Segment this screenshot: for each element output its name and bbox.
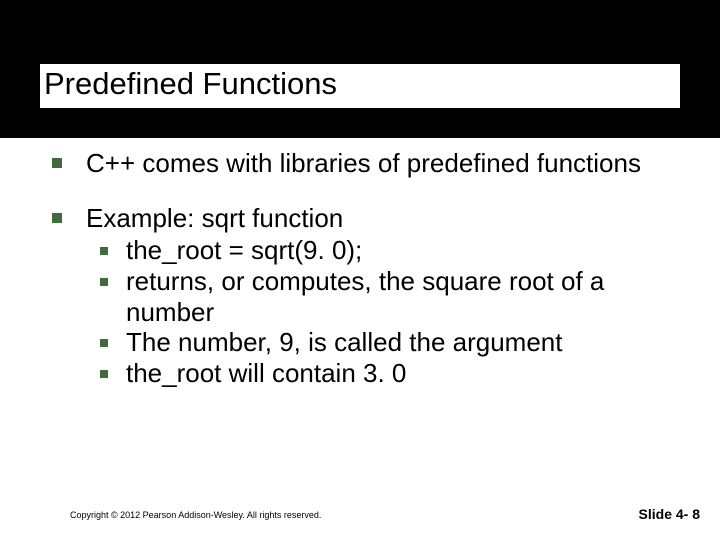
copyright-text: Copyright © 2012 Pearson Addison-Wesley.… — [70, 510, 321, 520]
sub-bullet-item: the_root will contain 3. 0 — [100, 358, 680, 389]
sub-bullet-text: the_root will contain 3. 0 — [126, 358, 406, 389]
sub-bullet-text: The number, 9, is called the argument — [126, 327, 562, 358]
sub-bullet-item: returns, or computes, the square root of… — [100, 266, 680, 327]
bullet-text: C++ comes with libraries of predefined f… — [86, 148, 641, 179]
sub-bullet-item: The number, 9, is called the argument — [100, 327, 680, 358]
square-bullet-icon — [100, 278, 108, 286]
square-bullet-icon — [100, 370, 108, 378]
sub-bullet-item: the_root = sqrt(9. 0); — [100, 235, 680, 266]
sub-bullet-list: the_root = sqrt(9. 0); returns, or compu… — [40, 235, 680, 388]
slide: Predefined Functions C++ comes with libr… — [0, 0, 720, 540]
square-bullet-icon — [52, 213, 62, 223]
sub-bullet-text: the_root = sqrt(9. 0); — [126, 235, 362, 266]
slide-body: C++ comes with libraries of predefined f… — [40, 148, 680, 389]
square-bullet-icon — [100, 339, 108, 347]
slide-number: Slide 4- 8 — [639, 506, 700, 522]
bullet-text: Example: sqrt function — [86, 203, 343, 234]
slide-title: Predefined Functions — [44, 66, 337, 102]
bullet-item: C++ comes with libraries of predefined f… — [40, 148, 680, 179]
bullet-item: Example: sqrt function — [40, 203, 680, 234]
square-bullet-icon — [100, 247, 108, 255]
square-bullet-icon — [52, 158, 62, 168]
sub-bullet-text: returns, or computes, the square root of… — [126, 266, 680, 327]
